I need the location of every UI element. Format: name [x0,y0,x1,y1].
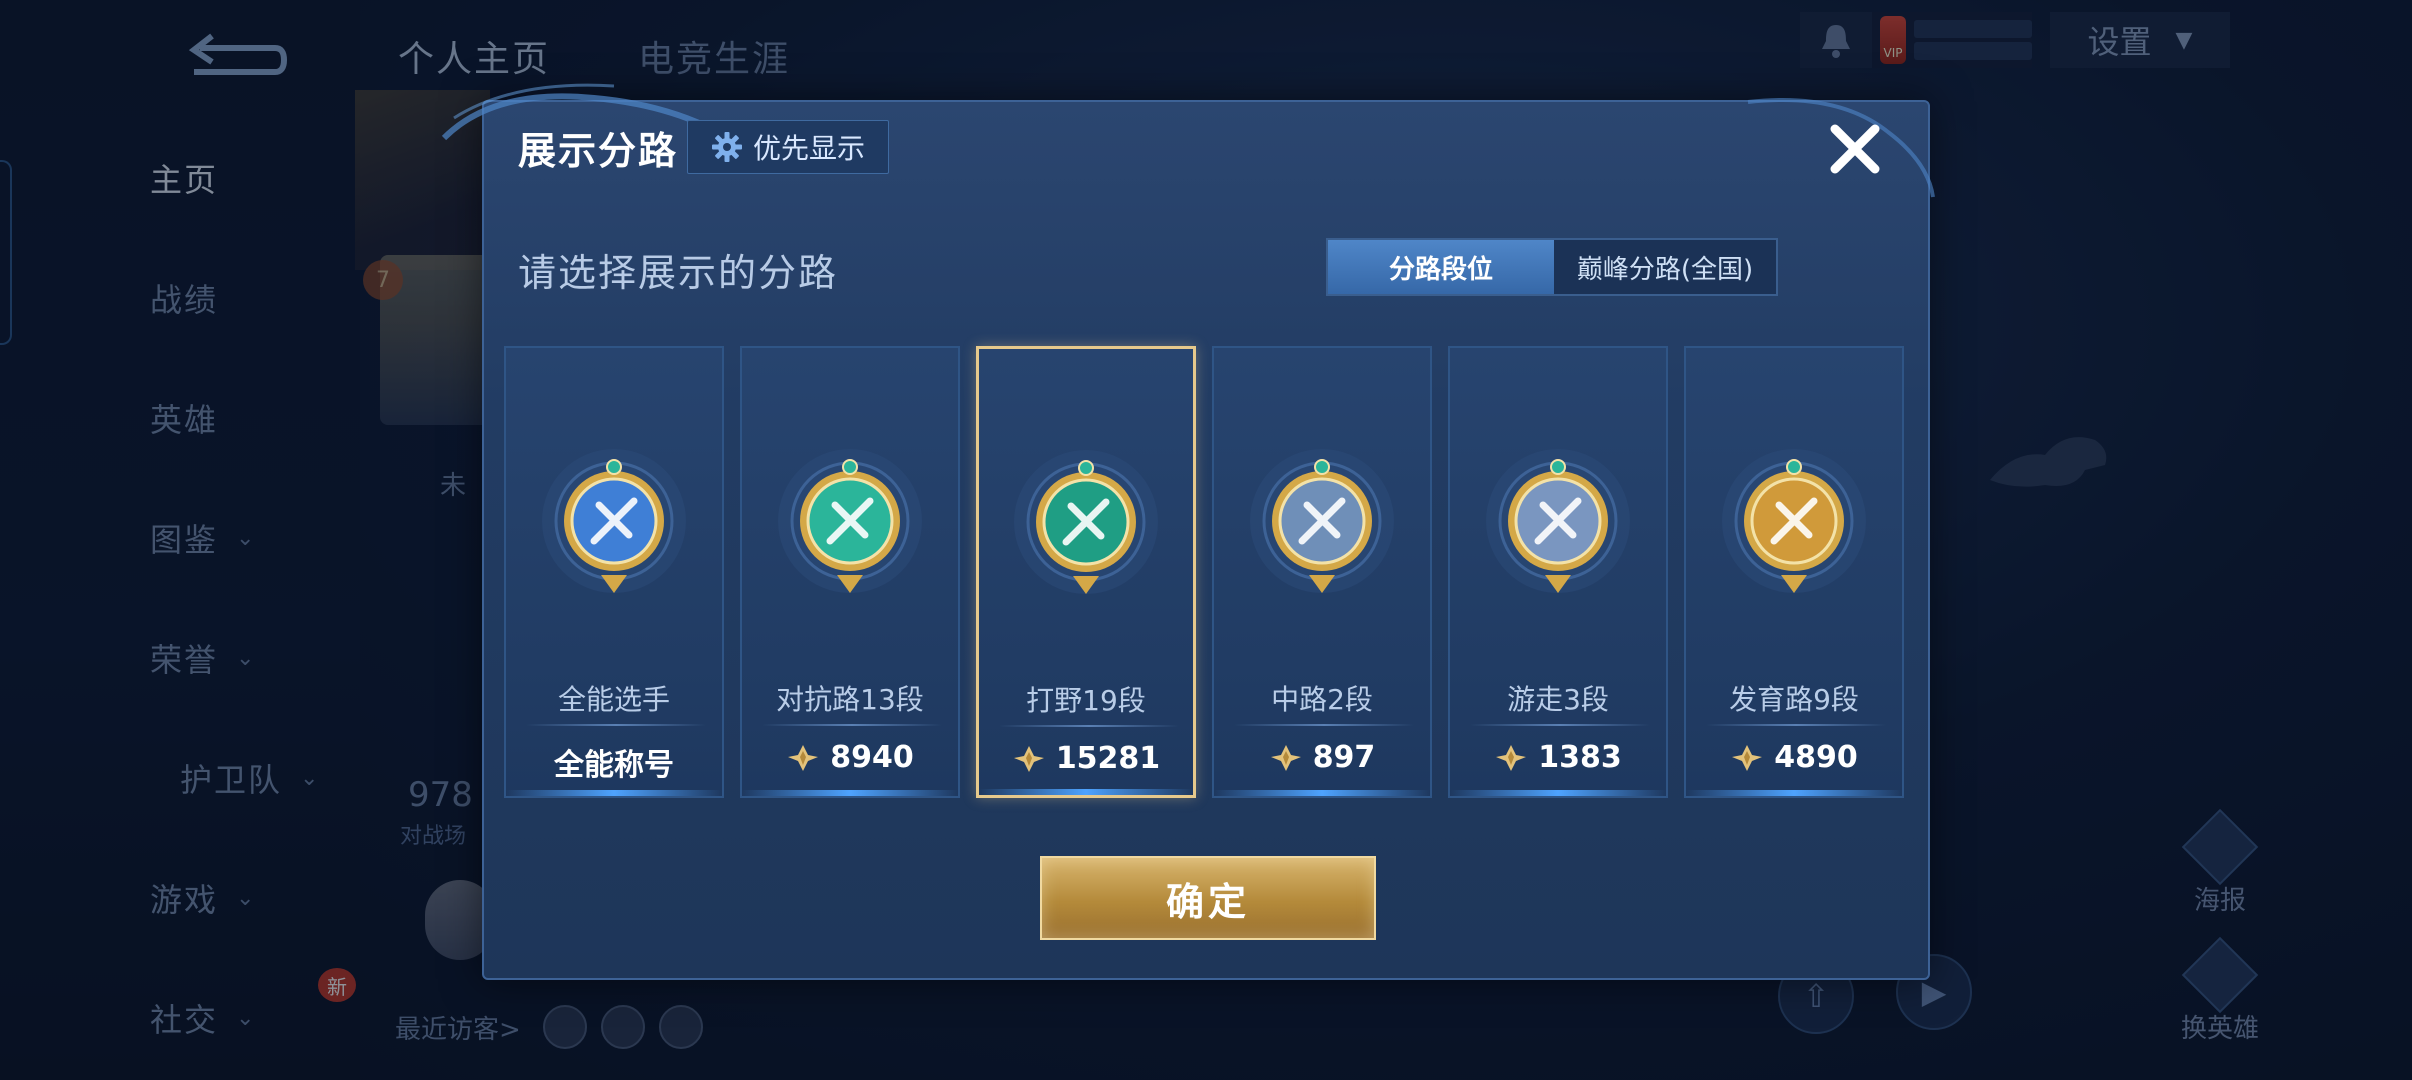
all-round-emblem-icon [542,449,686,593]
farm-lane-emblem-icon [1722,449,1866,593]
card-glow [1450,790,1666,796]
close-icon [1830,124,1880,174]
roam-emblem-icon [1486,449,1630,593]
lane-card-value: 1383 [1450,740,1666,775]
lane-card[interactable]: 游走3段 1383 [1448,346,1668,798]
lane-card-value-text: 全能称号 [554,748,674,783]
lane-card[interactable]: 全能选手 全能称号 [504,346,724,798]
lane-card-value: 15281 [979,741,1193,776]
lane-card-value-text: 897 [1312,740,1376,775]
card-glow [742,790,958,796]
lane-card-list: 全能选手 全能称号 对抗路13段 8940 打野19段 15281 中路2段 897 游走3段 1… [504,346,1912,798]
rank-points-icon [1013,745,1044,772]
lane-card[interactable]: 发育路9段 4890 [1684,346,1904,798]
lane-card-title: 游走3段 [1507,683,1609,716]
tab-lane-rank[interactable]: 分路段位 [1328,240,1554,294]
priority-display-label: 优先显示 [752,132,865,165]
lane-card-divider [1470,724,1650,726]
lane-card-value: 4890 [1686,740,1902,775]
lane-card-value: 897 [1214,740,1430,775]
clash-lane-emblem-icon [778,449,922,593]
card-glow [1214,790,1430,796]
lane-card[interactable]: 打野19段 15281 [976,346,1196,798]
rank-points-icon [1270,744,1301,771]
lane-card-value: 8940 [742,740,958,775]
lane-card-divider [999,725,1179,727]
lane-display-dialog: 展示分路 优先显示 请选择展示的分路 分路段位 巅峰分路(全国) 全能选手 全能… [441,83,1935,980]
lane-card-value-text: 8940 [830,740,914,775]
lane-card-value-text: 4890 [1774,740,1858,775]
lane-card-value: 全能称号 [506,740,722,784]
lane-card-divider [1706,724,1886,726]
lane-card-value-text: 1383 [1538,740,1622,775]
lane-card-title: 中路2段 [1271,683,1373,716]
lane-card-title: 发育路9段 [1729,683,1859,716]
dialog-title: 展示分路 [518,129,679,173]
lane-card-title: 全能选手 [557,683,670,716]
mid-lane-emblem-icon [1250,449,1394,593]
close-button[interactable] [1820,114,1890,184]
jungle-emblem-icon [1014,450,1158,594]
lane-card-value-text: 15281 [1055,741,1161,776]
lane-mode-toggle: 分路段位 巅峰分路(全国) [1326,238,1778,296]
rank-points-icon [1496,744,1527,771]
lane-card-divider [762,724,942,726]
dialog-subtitle: 请选择展示的分路 [518,251,839,295]
card-glow [1686,790,1902,796]
confirm-button[interactable]: 确定 [1040,856,1376,940]
priority-display-button[interactable]: 优先显示 [687,120,889,174]
card-glow [979,789,1193,795]
tab-peak-lane[interactable]: 巅峰分路(全国) [1554,240,1776,294]
lane-card-divider [1234,724,1414,726]
lane-card[interactable]: 中路2段 897 [1212,346,1432,798]
lane-card-title: 打野19段 [1026,684,1146,717]
rank-points-icon [1732,744,1763,771]
rank-points-icon [788,744,819,771]
gear-icon [711,132,742,162]
lane-card-title: 对抗路13段 [776,683,924,716]
card-glow [506,790,722,796]
lane-card-divider [526,724,706,726]
lane-card[interactable]: 对抗路13段 8940 [740,346,960,798]
